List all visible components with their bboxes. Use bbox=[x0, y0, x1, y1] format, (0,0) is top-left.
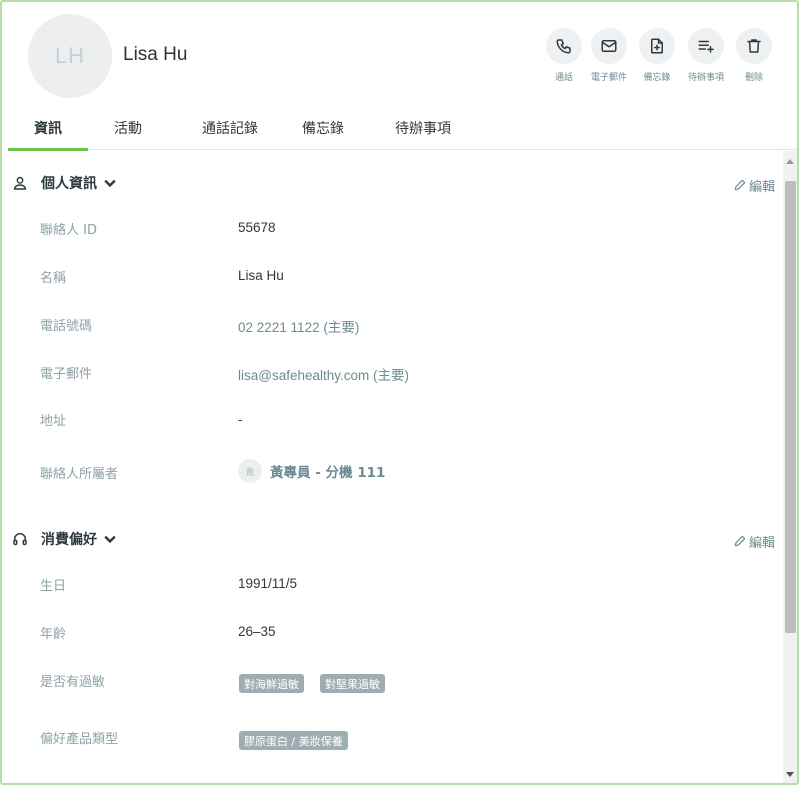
personal-info-title: 個人資訊 bbox=[41, 176, 97, 192]
email-link[interactable]: lisa@safehealthy.com (主要) bbox=[238, 364, 409, 384]
field-label-address: 地址 bbox=[40, 414, 67, 429]
delete-button[interactable]: 刪除 bbox=[728, 28, 780, 86]
info-content: 個人資訊 編輯 聯絡人 ID 55678 名稱 Lisa Hu 電話號碼 02 … bbox=[2, 151, 783, 783]
tab-call-log[interactable]: 通話記錄 bbox=[180, 106, 280, 150]
owner-name: 黃專員 - 分機 111 bbox=[270, 465, 386, 481]
preferences-title: 消費偏好 bbox=[41, 532, 97, 548]
allergy-tag: 對海鮮過敏 bbox=[239, 674, 304, 693]
add-note-button[interactable]: 備忘錄 bbox=[631, 28, 683, 86]
tab-info[interactable]: 資訊 bbox=[8, 106, 88, 151]
playlist-add-icon bbox=[698, 40, 714, 53]
field-label-product-pref: 偏好產品類型 bbox=[40, 732, 119, 747]
scroll-down-arrow-icon[interactable] bbox=[783, 767, 797, 783]
edit-label: 編輯 bbox=[749, 179, 776, 195]
person-icon bbox=[13, 176, 27, 190]
field-label-owner: 聯絡人所屬者 bbox=[40, 467, 119, 482]
delete-button-label: 刪除 bbox=[744, 73, 763, 83]
field-value-contact-id: 55678 bbox=[238, 220, 276, 235]
phone-icon bbox=[556, 39, 571, 54]
owner-avatar: 黃 bbox=[238, 459, 262, 483]
tab-bar: 資訊 活動 通話記錄 備忘錄 待辦事項 bbox=[8, 106, 797, 151]
allergy-tag: 對堅果過敏 bbox=[320, 674, 385, 693]
email-button[interactable]: 電子郵件 bbox=[583, 28, 635, 86]
contact-name: Lisa Hu bbox=[123, 44, 188, 65]
personal-info-header[interactable]: 個人資訊 bbox=[12, 171, 118, 195]
scroll-up-arrow-icon[interactable] bbox=[783, 153, 797, 169]
field-value-name: Lisa Hu bbox=[238, 268, 284, 283]
add-note-button-label: 備忘錄 bbox=[643, 73, 671, 83]
field-label-allergy: 是否有過敏 bbox=[40, 675, 106, 690]
tab-activity[interactable]: 活動 bbox=[88, 106, 168, 150]
field-label-contact-id: 聯絡人 ID bbox=[40, 223, 97, 238]
phone-link[interactable]: 02 2221 1122 (主要) bbox=[238, 316, 359, 336]
field-label-email: 電子郵件 bbox=[40, 367, 93, 382]
chevron-down-icon bbox=[104, 535, 116, 544]
header-actions: 通話 電子郵件 備忘錄 待辦事項 刪除 bbox=[538, 28, 778, 88]
tab-notes[interactable]: 備忘錄 bbox=[288, 106, 358, 150]
field-label-age: 年齡 bbox=[40, 627, 67, 642]
tab-todos[interactable]: 待辦事項 bbox=[382, 106, 464, 150]
pencil-icon bbox=[734, 179, 746, 191]
chevron-down-icon bbox=[104, 179, 116, 188]
add-todo-button-label: 待辦事項 bbox=[687, 73, 724, 83]
contact-detail-panel: LH Lisa Hu 通話 電子郵件 備忘錄 待辦事項 刪除 資訊 活動 通話記… bbox=[0, 0, 799, 785]
field-value-birthday: 1991/11/5 bbox=[238, 576, 298, 591]
email-button-label: 電子郵件 bbox=[590, 73, 627, 83]
mail-icon bbox=[601, 40, 617, 52]
field-value-address: - bbox=[238, 412, 243, 427]
vertical-scrollbar[interactable] bbox=[783, 151, 797, 783]
edit-preferences-button[interactable]: 編輯 bbox=[733, 531, 775, 551]
preferences-header[interactable]: 消費偏好 bbox=[12, 527, 118, 551]
trash-icon bbox=[747, 39, 761, 53]
call-button-label: 通話 bbox=[554, 73, 573, 83]
owner-link[interactable]: 黃 黃專員 - 分機 111 bbox=[238, 459, 385, 483]
pencil-icon bbox=[734, 535, 746, 547]
edit-label: 編輯 bbox=[749, 535, 776, 551]
note-add-icon bbox=[651, 38, 663, 54]
contact-avatar: LH bbox=[28, 14, 112, 98]
field-label-birthday: 生日 bbox=[40, 579, 67, 594]
field-label-name: 名稱 bbox=[40, 271, 67, 286]
edit-personal-info-button[interactable]: 編輯 bbox=[733, 175, 775, 195]
scrollbar-thumb[interactable] bbox=[785, 181, 796, 633]
field-value-age: 26–35 bbox=[238, 624, 276, 639]
headset-icon bbox=[13, 533, 27, 546]
add-todo-button[interactable]: 待辦事項 bbox=[680, 28, 732, 86]
product-pref-tag: 膠原蛋白 / 美妝保養 bbox=[239, 731, 348, 750]
field-label-phone: 電話號碼 bbox=[40, 319, 93, 334]
